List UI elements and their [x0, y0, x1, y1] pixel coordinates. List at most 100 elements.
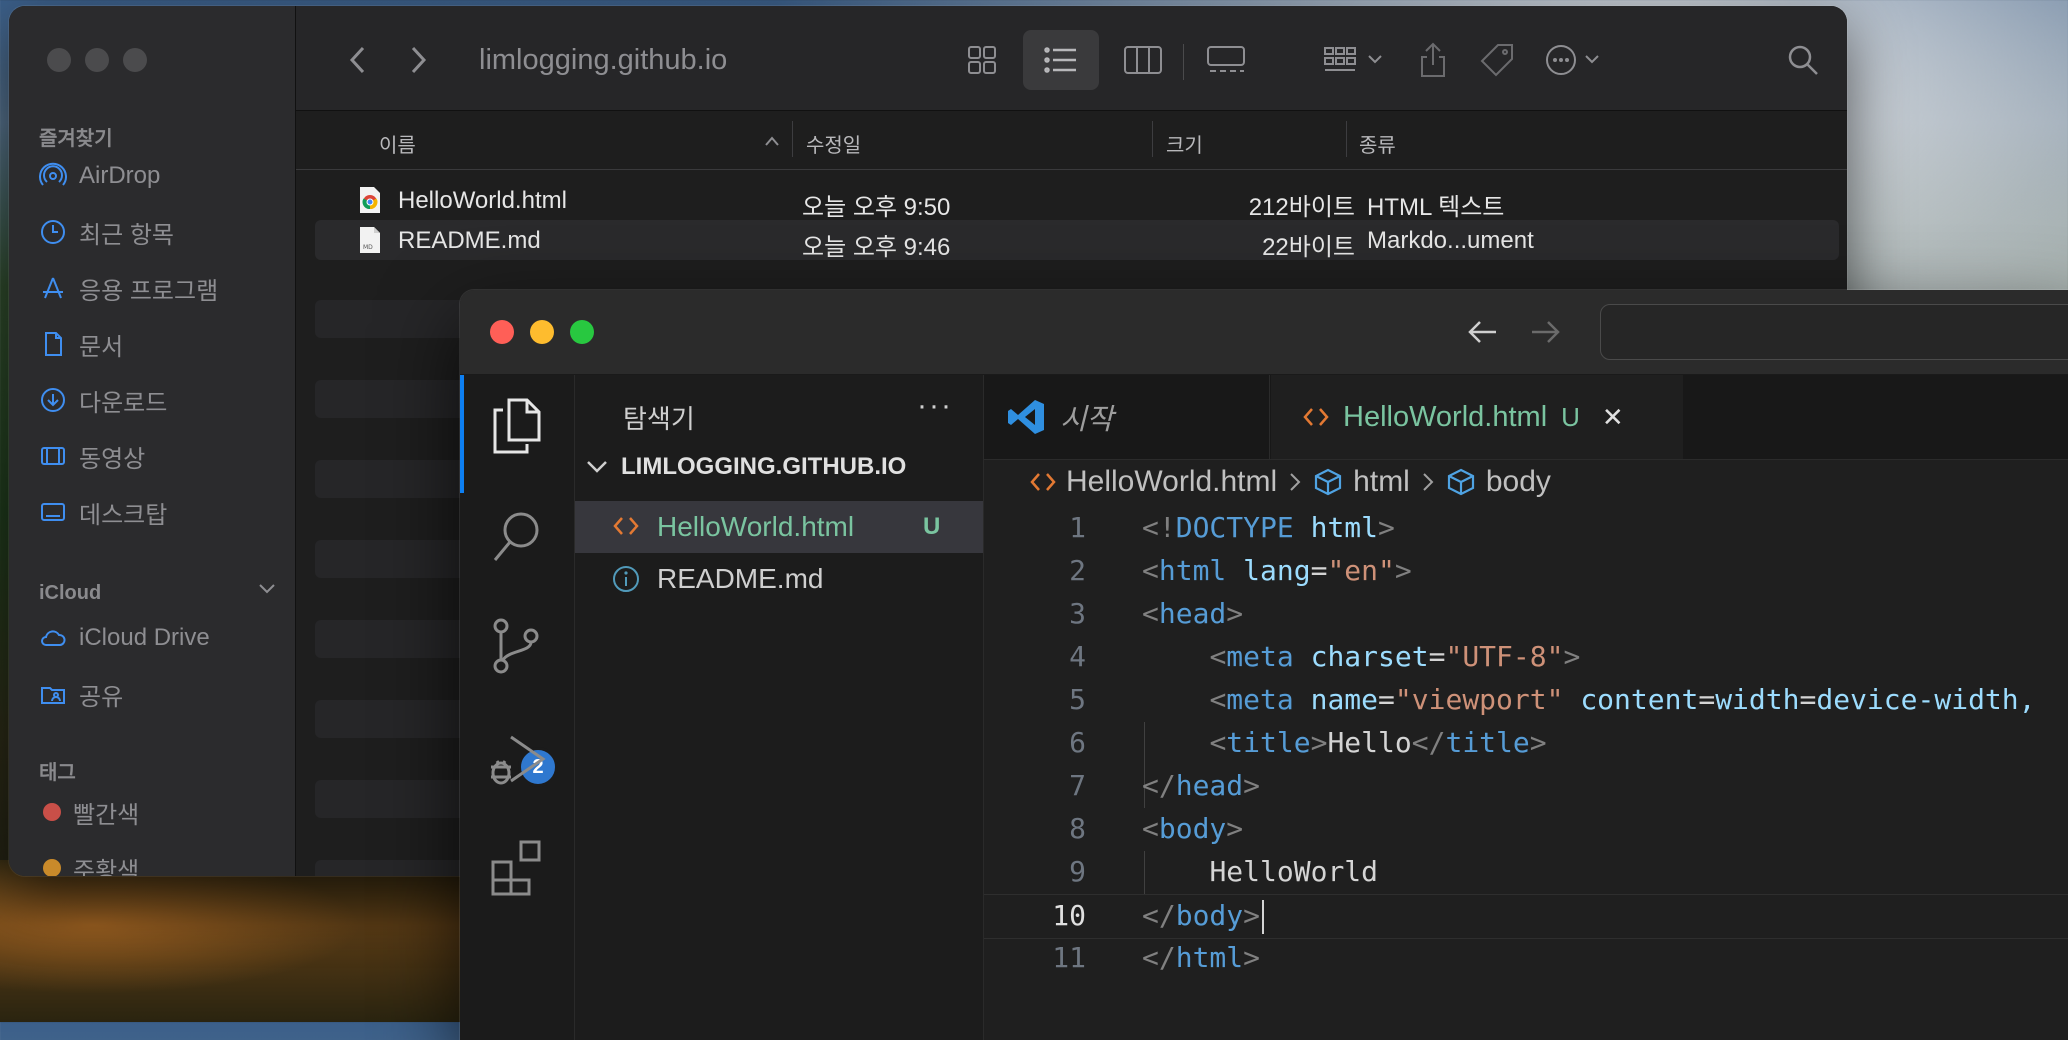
- run-debug-icon: [491, 735, 546, 785]
- search-activity-button[interactable]: [486, 505, 548, 567]
- file-row[interactable]: MD README.md 오늘 오후 9:46 22바이트 Markdo...u…: [315, 220, 1839, 261]
- file-kind: HTML 텍스트: [1367, 194, 1505, 221]
- line-number: 6: [1069, 726, 1086, 759]
- sidebar-item-label: 최근 항목: [79, 221, 174, 249]
- column-modified[interactable]: 수정일: [806, 129, 861, 158]
- sidebar-item-label: 동영상: [79, 445, 146, 473]
- explorer-panel: 탐색기 ··· LIMLOGGING.GITHUB.IO HelloWorld.…: [575, 375, 984, 1040]
- list-view-button[interactable]: [1023, 30, 1099, 90]
- tag-button[interactable]: [1472, 38, 1522, 82]
- navigate-back-button[interactable]: [1466, 316, 1500, 353]
- film-icon: [39, 442, 67, 470]
- run-debug-activity-button[interactable]: [486, 730, 548, 792]
- code-text: <!DOCTYPE html>: [1142, 511, 1395, 544]
- column-name[interactable]: 이름: [379, 129, 416, 158]
- group-by-button[interactable]: [1316, 38, 1396, 82]
- code-line[interactable]: 7 </head>: [984, 765, 2068, 808]
- line-number: 2: [1069, 554, 1086, 587]
- minimize-button[interactable]: [530, 320, 554, 344]
- vscode-window-controls: [490, 320, 594, 344]
- zoom-button[interactable]: [570, 320, 594, 344]
- sidebar-item-recents[interactable]: 최근 항목: [39, 212, 174, 252]
- column-view-button[interactable]: [1113, 38, 1173, 82]
- sidebar-item-documents[interactable]: 문서: [39, 324, 123, 364]
- search-icon: [1788, 45, 1818, 75]
- breadcrumb-item[interactable]: html: [1353, 465, 1410, 499]
- tab-helloworld[interactable]: HelloWorld.html U ✕: [1271, 375, 1683, 459]
- extensions-activity-button[interactable]: [486, 835, 548, 897]
- close-button[interactable]: [47, 48, 71, 72]
- chevron-down-icon[interactable]: [257, 578, 277, 603]
- close-tab-button[interactable]: ✕: [1602, 402, 1624, 433]
- source-control-activity-button[interactable]: [486, 615, 548, 677]
- icloud-heading: iCloud: [39, 582, 102, 604]
- gallery-view-button[interactable]: [1196, 38, 1256, 82]
- code-line[interactable]: 11 </html>: [984, 937, 2068, 980]
- chevron-left-icon: [349, 46, 365, 74]
- tags-heading: 태그: [39, 762, 76, 784]
- document-icon: [39, 330, 67, 358]
- sidebar-item-applications[interactable]: 응용 프로그램: [39, 268, 218, 308]
- zoom-button[interactable]: [123, 48, 147, 72]
- list-icon: [1044, 47, 1076, 73]
- grid-icon: [968, 46, 996, 74]
- sidebar-item-label: AirDrop: [79, 162, 161, 189]
- close-button[interactable]: [490, 320, 514, 344]
- code-line[interactable]: 9 HelloWorld: [984, 851, 2068, 894]
- sidebar-item-icloud-drive[interactable]: iCloud Drive: [39, 618, 210, 658]
- breadcrumb-item[interactable]: HelloWorld.html: [1066, 465, 1277, 499]
- column-divider: [1346, 121, 1347, 157]
- icon-view-button[interactable]: [952, 38, 1012, 82]
- column-kind[interactable]: 종류: [1359, 129, 1396, 158]
- code-text: </html>: [1142, 941, 1261, 974]
- group-icon: [1324, 47, 1382, 71]
- sidebar-item-airdrop[interactable]: AirDrop: [39, 156, 160, 196]
- code-line[interactable]: 2 <html lang="en">: [984, 550, 2068, 593]
- chrome-html-file-icon: [359, 186, 381, 221]
- workspace-folder-name: LIMLOGGING.GITHUB.IO: [621, 453, 907, 480]
- more-actions-button[interactable]: ···: [917, 389, 953, 423]
- code-text: <html lang="en">: [1142, 554, 1412, 587]
- action-menu-button[interactable]: [1536, 38, 1616, 82]
- file-kind: Markdo...ument: [1367, 227, 1534, 254]
- sidebar-item-movies[interactable]: 동영상: [39, 436, 145, 476]
- line-number: 8: [1069, 812, 1086, 845]
- back-button[interactable]: [336, 38, 380, 82]
- sidebar-item-shared[interactable]: 공유: [39, 674, 123, 714]
- code-line[interactable]: 5 <meta name="viewport" content=width=de…: [984, 679, 2068, 722]
- file-row[interactable]: HelloWorld.html 오늘 오후 9:50 212바이트 HTML 텍…: [315, 180, 1839, 221]
- minimize-button[interactable]: [85, 48, 109, 72]
- finder-sidebar: 즐겨찾기 AirDrop 최근 항목 응용 프로그램 문서 다운로드 동영상 데…: [9, 6, 296, 876]
- sidebar-item-downloads[interactable]: 다운로드: [39, 380, 167, 420]
- line-number: 7: [1069, 769, 1086, 802]
- sidebar-item-desktop[interactable]: 데스크탑: [39, 492, 167, 532]
- code-line[interactable]: 3 <head>: [984, 593, 2068, 636]
- code-line[interactable]: 1 <!DOCTYPE html>: [984, 507, 2068, 550]
- tree-item-readme[interactable]: README.md: [575, 553, 983, 605]
- tree-item-helloworld[interactable]: HelloWorld.html U: [575, 501, 983, 553]
- source-control-icon: [493, 618, 539, 674]
- clock-icon: [39, 218, 67, 246]
- column-size[interactable]: 크기: [1166, 129, 1203, 158]
- code-text: <head>: [1142, 597, 1244, 630]
- sidebar-tag-red[interactable]: 빨간색: [39, 792, 139, 832]
- code-line[interactable]: 8 <body>: [984, 808, 2068, 851]
- search-button[interactable]: [1778, 38, 1828, 82]
- forward-button[interactable]: [396, 38, 440, 82]
- explorer-title: 탐색기: [623, 404, 695, 434]
- breadcrumb-item[interactable]: body: [1486, 465, 1551, 499]
- share-button[interactable]: [1408, 38, 1458, 82]
- workspace-folder[interactable]: LIMLOGGING.GITHUB.IO: [585, 453, 906, 481]
- code-line[interactable]: 10 </body>: [984, 894, 2068, 939]
- code-line[interactable]: 4 <meta charset="UTF-8">: [984, 636, 2068, 679]
- finder-window-controls: [47, 48, 147, 72]
- sidebar-item-label: 빨간색: [73, 801, 140, 829]
- navigate-forward-button[interactable]: [1528, 316, 1562, 353]
- tab-welcome[interactable]: 시작: [984, 375, 1270, 459]
- command-center-search[interactable]: [1600, 304, 2068, 360]
- explorer-activity-button[interactable]: [486, 395, 548, 457]
- sidebar-item-label: 데스크탑: [79, 501, 168, 529]
- file-size: 22바이트: [1262, 234, 1355, 261]
- sidebar-tag-orange[interactable]: 주황색: [39, 848, 139, 876]
- code-line[interactable]: 6 <title>Hello</title>: [984, 722, 2068, 765]
